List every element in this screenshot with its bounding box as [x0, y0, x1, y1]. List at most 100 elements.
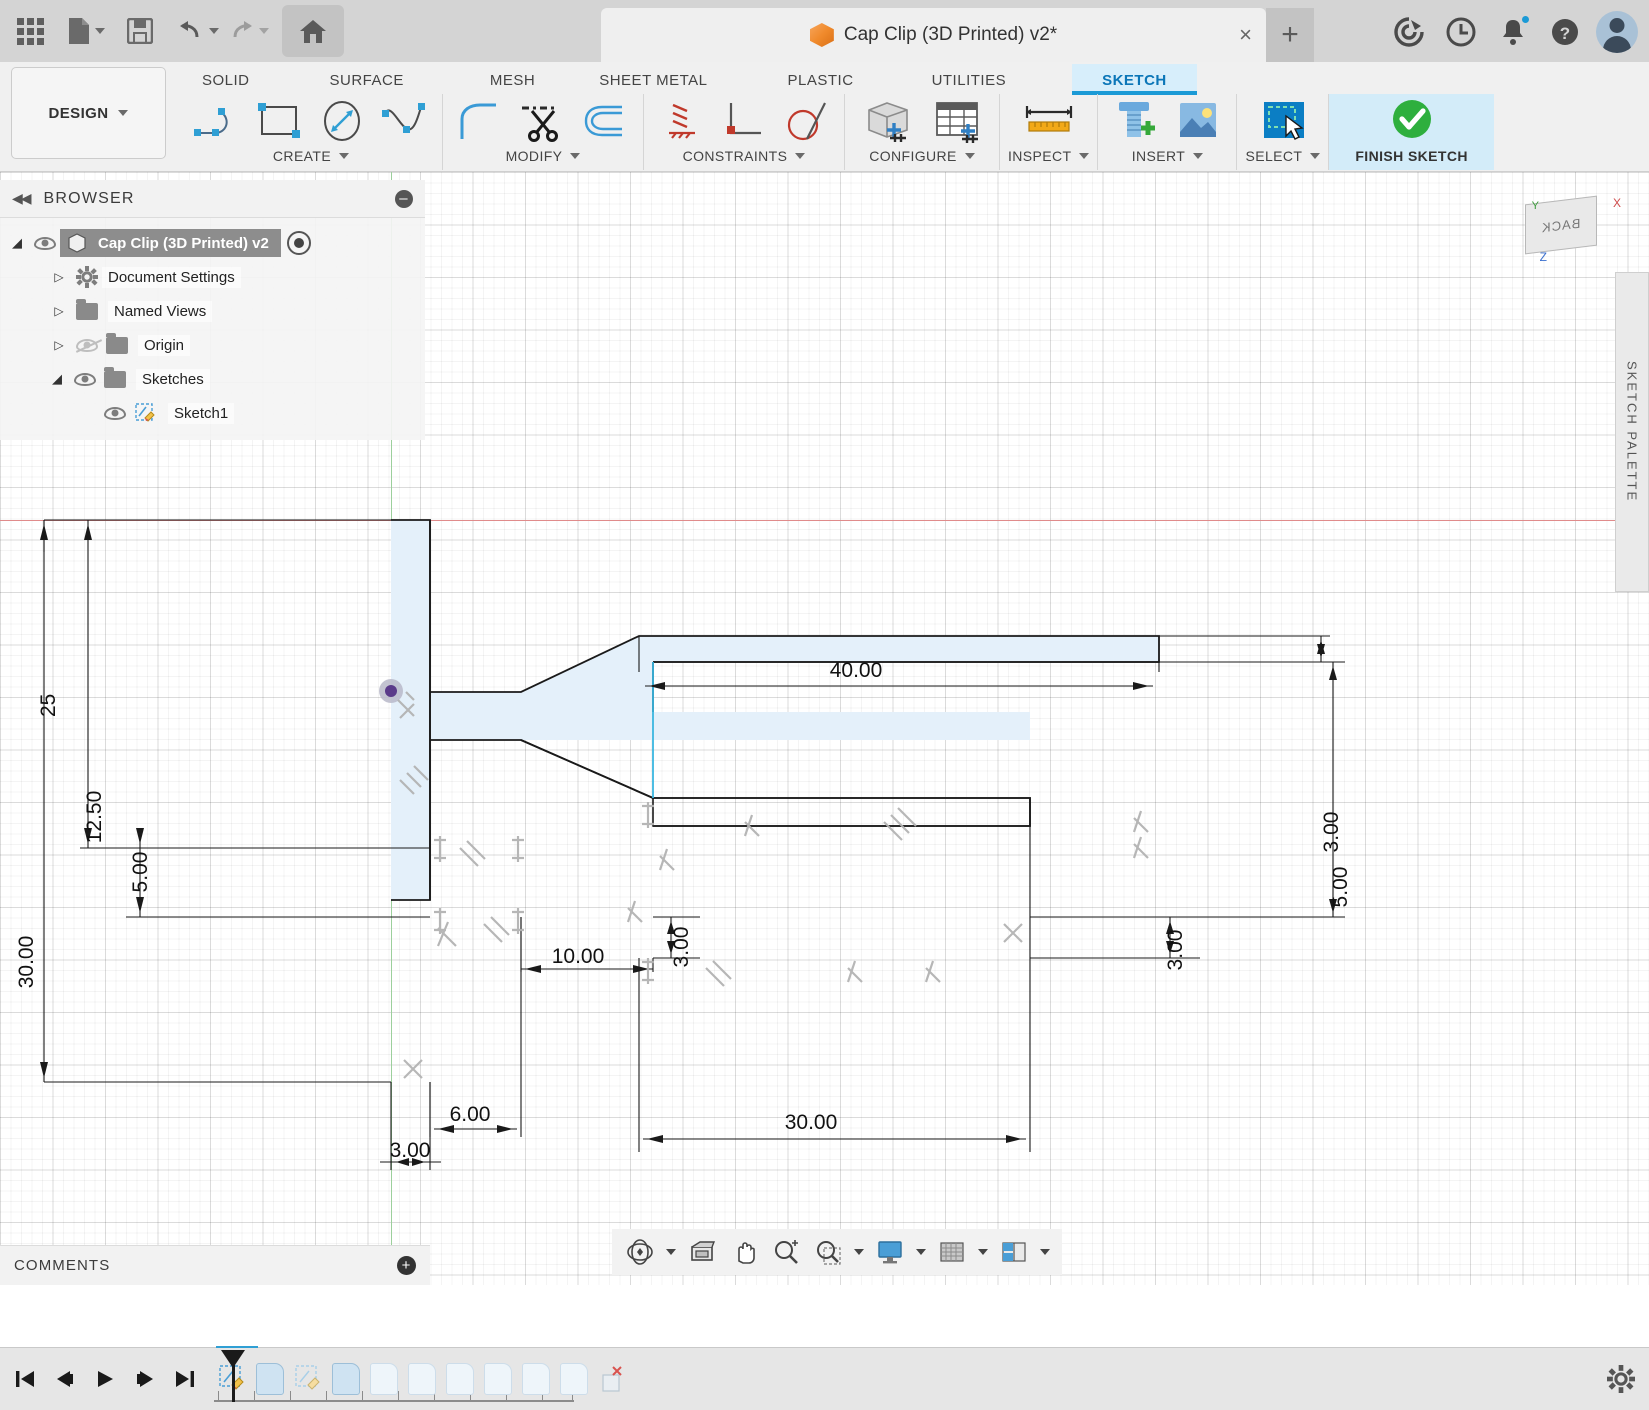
tree-item-named-views[interactable]: ▷ Named Views	[0, 294, 425, 328]
viewports-dropdown-icon[interactable]	[1036, 1232, 1054, 1272]
play-icon[interactable]	[88, 1362, 122, 1396]
dim-3-00-right-upper[interactable]: 3.00	[1320, 812, 1343, 853]
sketch-canvas[interactable]: 25 12.50 5.00 30.00 40.00 3.00 5.00 3.00…	[0, 172, 1649, 1285]
account-avatar[interactable]	[1593, 8, 1641, 56]
jump-end-icon[interactable]	[168, 1362, 202, 1396]
tree-item-root[interactable]: ◢ Cap Clip (3D Printed) v2	[0, 226, 425, 260]
timeline-feature-error[interactable]	[594, 1359, 630, 1399]
grid-snap-dropdown-icon[interactable]	[974, 1232, 992, 1272]
dim-10-00[interactable]: 10.00	[552, 945, 605, 968]
spline-icon[interactable]	[374, 95, 434, 147]
measure-icon[interactable]	[1015, 95, 1083, 147]
step-back-icon[interactable]	[48, 1362, 82, 1396]
dim-40-00[interactable]: 40.00	[830, 659, 883, 682]
visibility-eye-icon[interactable]	[70, 372, 100, 386]
timeline-feature[interactable]	[290, 1359, 326, 1399]
expand-arrow-icon[interactable]: ▷	[46, 304, 72, 318]
notifications-icon[interactable]	[1489, 8, 1537, 56]
dim-3-00-right-lower[interactable]: 3.00	[1164, 930, 1187, 971]
viewports-icon[interactable]	[994, 1232, 1034, 1272]
sketch-line-icon[interactable]	[188, 95, 248, 147]
zoom-icon[interactable]	[766, 1232, 806, 1272]
new-document-icon[interactable]	[64, 5, 108, 57]
tangent-constraint-icon[interactable]	[776, 95, 836, 147]
visibility-eye-off-icon[interactable]	[72, 338, 102, 352]
grid-snap-icon[interactable]	[932, 1232, 972, 1272]
timeline-feature[interactable]	[252, 1359, 288, 1399]
comments-panel[interactable]: COMMENTS +	[0, 1245, 430, 1285]
timeline-feature[interactable]	[518, 1359, 554, 1399]
dim-25[interactable]: 25	[37, 694, 60, 717]
tab-sketch[interactable]: SKETCH	[1072, 64, 1197, 95]
timeline-feature[interactable]	[328, 1359, 364, 1399]
browser-collapse-icon[interactable]: ◀◀	[12, 190, 31, 207]
display-settings-icon[interactable]	[870, 1232, 910, 1272]
expand-arrow-icon[interactable]: ◢	[44, 371, 70, 387]
save-icon[interactable]	[118, 5, 162, 57]
home-icon[interactable]	[282, 5, 344, 57]
tree-item-sketch1[interactable]: Sketch1	[0, 396, 425, 430]
panel-constraints-label[interactable]: CONSTRAINTS	[683, 148, 806, 164]
expand-arrow-icon[interactable]: ◢	[4, 235, 30, 251]
document-tab[interactable]: Cap Clip (3D Printed) v2* ×	[601, 8, 1266, 62]
expand-arrow-icon[interactable]: ▷	[46, 270, 72, 284]
dim-30-00-bottom[interactable]: 30.00	[785, 1111, 838, 1134]
dim-6-00[interactable]: 6.00	[450, 1103, 491, 1126]
timeline-feature[interactable]	[442, 1359, 478, 1399]
panel-modify-label[interactable]: MODIFY	[506, 148, 581, 164]
tab-solid[interactable]: SOLID	[180, 64, 272, 95]
timeline-feature[interactable]	[556, 1359, 592, 1399]
configure-table-icon[interactable]	[923, 95, 991, 147]
look-at-icon[interactable]	[682, 1232, 722, 1272]
tab-sheet-metal[interactable]: SHEET METAL	[577, 64, 729, 95]
expand-arrow-icon[interactable]: ▷	[46, 338, 72, 352]
tab-utilities[interactable]: UTILITIES	[910, 64, 1029, 95]
jump-start-icon[interactable]	[8, 1362, 42, 1396]
dim-5-00-left[interactable]: 5.00	[129, 852, 152, 893]
new-tab-button[interactable]: +	[1266, 8, 1314, 62]
workspace-selector[interactable]: DESIGN	[11, 67, 166, 159]
job-status-icon[interactable]	[1437, 8, 1485, 56]
panel-finish-sketch[interactable]: FINISH SKETCH	[1328, 94, 1494, 170]
trim-scissors-icon[interactable]	[513, 95, 573, 147]
timeline-feature[interactable]	[480, 1359, 516, 1399]
tree-item-origin[interactable]: ▷ Origin	[0, 328, 425, 362]
dim-5-00-right[interactable]: 5.00	[1329, 867, 1352, 908]
tab-mesh[interactable]: MESH	[468, 64, 557, 95]
dim-3-00-bottom[interactable]: 3.00	[390, 1139, 431, 1162]
close-icon[interactable]: ×	[1239, 24, 1252, 46]
zoom-window-icon[interactable]	[808, 1232, 848, 1272]
timeline-track[interactable]	[214, 1346, 630, 1408]
panel-select-label[interactable]: SELECT	[1245, 148, 1321, 164]
undo-icon[interactable]	[176, 5, 220, 57]
insert-canvas-image-icon[interactable]	[1168, 95, 1228, 147]
sketch-palette-rail[interactable]: SKETCH PALETTE	[1615, 272, 1649, 592]
zoom-window-dropdown-icon[interactable]	[850, 1232, 868, 1272]
tree-item-sketches[interactable]: ◢ Sketches	[0, 362, 425, 396]
step-forward-icon[interactable]	[128, 1362, 162, 1396]
panel-insert-label[interactable]: INSERT	[1132, 148, 1204, 164]
redo-icon[interactable]	[226, 5, 270, 57]
extensions-icon[interactable]	[1385, 8, 1433, 56]
browser-minimize-icon[interactable]: –	[395, 189, 413, 208]
visibility-eye-icon[interactable]	[30, 236, 60, 250]
tab-plastic[interactable]: PLASTIC	[766, 64, 876, 95]
dim-12-50[interactable]: 12.50	[83, 791, 106, 844]
display-settings-dropdown-icon[interactable]	[912, 1232, 930, 1272]
activate-component-icon[interactable]	[286, 231, 311, 255]
dim-3-00-middle[interactable]: 3.00	[670, 927, 693, 968]
orbit-icon[interactable]	[620, 1232, 660, 1272]
visibility-eye-icon[interactable]	[100, 406, 130, 420]
panel-configure-label[interactable]: CONFIGURE	[869, 148, 975, 164]
select-window-icon[interactable]	[1253, 95, 1313, 147]
pan-icon[interactable]	[724, 1232, 764, 1272]
panel-inspect-label[interactable]: INSPECT	[1008, 148, 1090, 164]
timeline-feature[interactable]	[366, 1359, 402, 1399]
fillet-icon[interactable]	[451, 95, 511, 147]
insert-mcmaster-bolt-icon[interactable]	[1106, 95, 1166, 147]
tab-surface[interactable]: SURFACE	[308, 64, 426, 95]
circle-icon[interactable]	[312, 95, 372, 147]
perpendicular-constraint-icon[interactable]	[714, 95, 774, 147]
orbit-dropdown-icon[interactable]	[662, 1232, 680, 1272]
timeline-playhead[interactable]	[216, 1346, 258, 1402]
